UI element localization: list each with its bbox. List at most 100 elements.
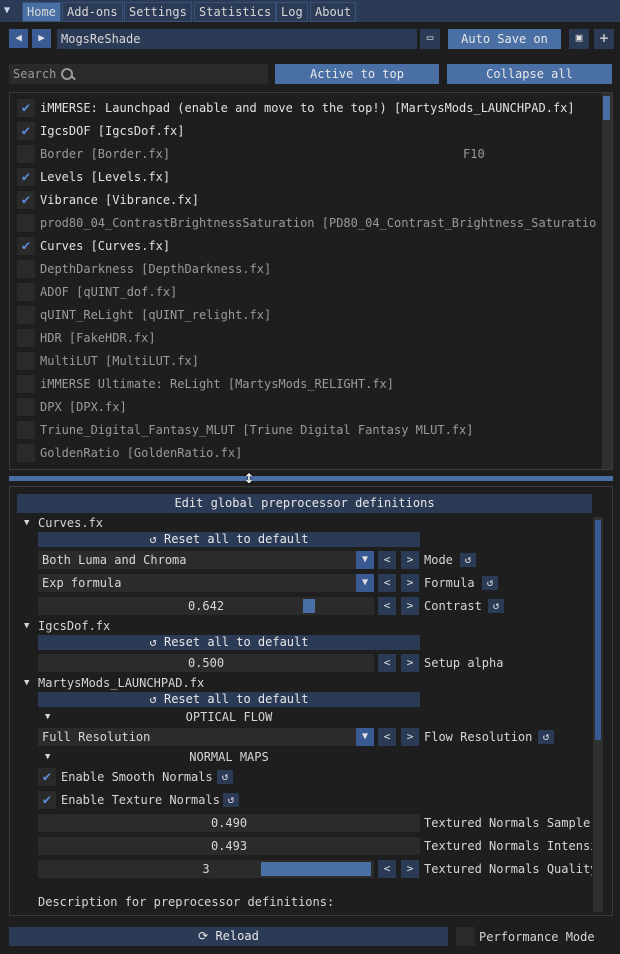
igcsdof-reset-button[interactable]: ↺ Reset all to default [38,635,420,650]
dropdown-arrow-icon[interactable]: ▼ [356,551,374,569]
dropdown-arrow-icon[interactable]: ▼ [356,728,374,746]
search-input[interactable]: Search [9,64,268,84]
decrement-button[interactable]: < [378,728,396,746]
effect-label[interactable]: iMMERSE Ultimate: ReLight [MartysMods_RE… [40,376,596,392]
effect-checkbox[interactable]: ✔ [17,168,35,186]
effect-list-scroll-thumb[interactable] [603,96,610,120]
increment-button[interactable]: > [401,551,419,569]
effect-checkbox[interactable]: ✔ [17,99,35,117]
edit-global-preprocessor-button[interactable]: Edit global preprocessor definitions [17,494,592,513]
slider-grab[interactable] [303,599,315,613]
previous-preset-button[interactable]: ◀ [9,29,28,48]
tree-toggle-icon[interactable]: ▼ [24,675,29,691]
texture-normals-checkbox[interactable]: ✔ [38,791,56,809]
save-icon[interactable]: ▣ [569,29,589,49]
optical-flow-category[interactable]: OPTICAL FLOW [38,709,420,725]
effect-label[interactable]: prod80_04_ContrastBrightnessSaturation [… [40,215,596,231]
decrement-button[interactable]: < [378,597,396,615]
preset-name-field[interactable]: MogsReShade [57,29,417,49]
effect-label[interactable]: MultiLUT [MultiLUT.fx] [40,353,596,369]
tab-settings[interactable]: Settings [124,2,192,22]
increment-button[interactable]: > [401,597,419,615]
effect-label[interactable]: Triune_Digital_Fantasy_MLUT [Triune Digi… [40,422,596,438]
effect-label[interactable]: IgcsDOF [IgcsDof.fx] [40,123,596,139]
auto-save-button[interactable]: Auto Save on [448,29,561,49]
increment-button[interactable]: > [401,860,419,878]
decrement-button[interactable]: < [378,654,396,672]
effect-label[interactable]: GoldenRatio [GoldenRatio.fx] [40,445,596,461]
effect-checkbox[interactable] [17,375,35,393]
tab-add-ons[interactable]: Add-ons [62,2,123,22]
tex-normals-quality-slider[interactable]: 3 [38,860,374,878]
dropdown-arrow-icon[interactable]: ▼ [356,574,374,592]
tab-home[interactable]: Home [22,2,61,22]
reset-icon[interactable]: ↺ [460,553,476,567]
curves-contrast-slider[interactable]: 0.642 [38,597,374,615]
reload-button[interactable]: ⟳ Reload [9,927,448,946]
flow-resolution-combo[interactable]: Full Resolution [38,728,374,746]
active-to-top-button[interactable]: Active to top [275,64,439,84]
launchpad-reset-button[interactable]: ↺ Reset all to default [38,692,420,707]
effect-checkbox[interactable] [17,260,35,278]
param-scroll-thumb[interactable] [595,520,601,740]
next-preset-button[interactable]: ▶ [32,29,51,48]
reset-icon[interactable]: ↺ [538,730,554,744]
effect-checkbox[interactable] [17,352,35,370]
curves-mode-combo[interactable]: Both Luma and Chroma [38,551,374,569]
effect-label[interactable]: Curves [Curves.fx] [40,238,596,254]
effect-checkbox[interactable]: ✔ [17,191,35,209]
decrement-button[interactable]: < [378,574,396,592]
curves-formula-combo[interactable]: Exp formula [38,574,374,592]
tab-log[interactable]: Log [276,2,308,22]
increment-button[interactable]: > [401,574,419,592]
effect-checkbox[interactable] [17,398,35,416]
curves-header[interactable]: Curves.fx [38,515,103,531]
collapse-all-button[interactable]: Collapse all [447,64,612,84]
slider-grab[interactable] [261,862,371,876]
performance-mode-checkbox[interactable] [456,927,475,946]
tree-toggle-icon[interactable]: ▼ [24,515,29,531]
effect-label[interactable]: DepthDarkness [DepthDarkness.fx] [40,261,596,277]
effect-label[interactable]: HDR [FakeHDR.fx] [40,330,596,346]
effect-label[interactable]: Vibrance [Vibrance.fx] [40,192,596,208]
effect-checkbox[interactable]: ✔ [17,237,35,255]
effect-checkbox[interactable] [17,329,35,347]
reset-icon[interactable]: ↺ [488,599,504,613]
effect-checkbox[interactable] [17,283,35,301]
igcsdof-setup-alpha-slider[interactable]: 0.500 [38,654,374,672]
effect-checkbox[interactable]: ✔ [17,122,35,140]
curves-reset-button[interactable]: ↺ Reset all to default [38,532,420,547]
effect-label[interactable]: qUINT_ReLight [qUINT_relight.fx] [40,307,596,323]
increment-button[interactable]: > [401,654,419,672]
effect-checkbox[interactable] [17,306,35,324]
effect-label[interactable]: Border [Border.fx] [40,146,596,162]
launchpad-header[interactable]: MartysMods_LAUNCHPAD.fx [38,675,204,691]
reset-icon[interactable]: ↺ [217,770,233,784]
increment-button[interactable]: > [401,728,419,746]
tab-about[interactable]: About [310,2,357,22]
panel-splitter[interactable] [9,476,613,481]
smooth-normals-checkbox[interactable]: ✔ [38,768,56,786]
effect-label[interactable]: Levels [Levels.fx] [40,169,596,185]
reset-icon[interactable]: ↺ [223,793,239,807]
effect-checkbox[interactable] [17,421,35,439]
tab-statistics[interactable]: Statistics [194,2,277,22]
igcsdof-header[interactable]: IgcsDof.fx [38,618,110,634]
effect-label[interactable]: iMMERSE: Launchpad (enable and move to t… [40,100,596,116]
window-menu-icon[interactable]: ▼ [4,3,18,19]
tex-normals-sample-slider[interactable]: 0.490 [38,814,420,832]
effect-checkbox[interactable] [17,444,35,462]
effect-label[interactable]: DPX [DPX.fx] [40,399,596,415]
effect-checkbox[interactable] [17,145,35,163]
reset-icon[interactable]: ↺ [482,576,498,590]
tex-normals-intensity-slider[interactable]: 0.493 [38,837,420,855]
effect-label[interactable]: ADOF [qUINT_dof.fx] [40,284,596,300]
effect-list-scrollbar[interactable] [602,93,612,469]
plus-icon[interactable]: + [594,29,614,49]
normal-maps-category[interactable]: NORMAL MAPS [38,749,420,765]
folder-icon[interactable]: ▭ [420,29,440,49]
effect-checkbox[interactable] [17,214,35,232]
tree-toggle-icon[interactable]: ▼ [24,618,29,634]
decrement-button[interactable]: < [378,551,396,569]
decrement-button[interactable]: < [378,860,396,878]
